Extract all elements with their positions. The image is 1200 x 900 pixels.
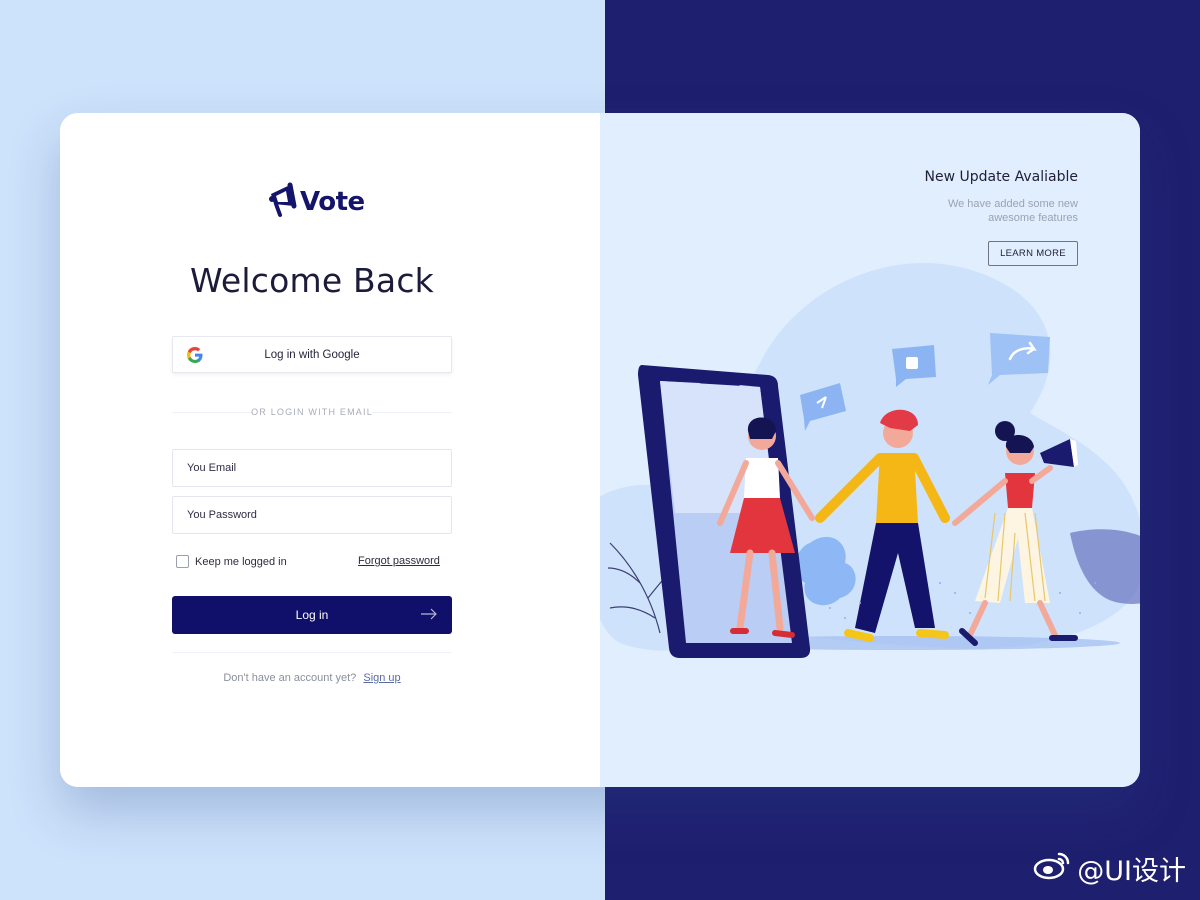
update-notice: New Update Avaliable We have added some …	[798, 169, 1078, 225]
update-title: New Update Avaliable	[924, 169, 1078, 185]
promo-panel: New Update Avaliable We have added some …	[600, 113, 1140, 787]
brand-logo[interactable]: Vote	[268, 179, 368, 225]
arrow-right-icon	[420, 608, 438, 620]
megaphone-icon	[268, 180, 304, 225]
update-subtitle-line2: awesome features	[988, 212, 1078, 224]
signup-row: Don't have an account yet? Sign up	[60, 672, 564, 684]
no-account-text: Don't have an account yet?	[223, 672, 357, 684]
watermark-text: @UI设计	[1077, 856, 1186, 887]
forgot-password-link[interactable]: Forgot password	[358, 555, 440, 567]
update-subtitle-line1: We have added some new	[947, 198, 1078, 210]
login-card: Vote Welcome Back Log in with Google OR …	[60, 113, 1140, 787]
google-login-label: Log in with Google	[264, 348, 360, 361]
keep-logged-in-label: Keep me logged in	[195, 555, 287, 568]
brand-name: Vote	[300, 187, 365, 217]
login-button-label: Log in	[295, 608, 329, 622]
weibo-icon	[1033, 850, 1077, 887]
learn-more-button[interactable]: LEARN MORE	[988, 241, 1078, 266]
divider: OR LOGIN WITH EMAIL	[172, 406, 452, 418]
login-button[interactable]: Log in	[172, 596, 452, 634]
checkbox-icon[interactable]	[176, 555, 189, 568]
signup-link[interactable]: Sign up	[363, 672, 400, 684]
password-field[interactable]	[172, 496, 452, 534]
login-panel: Vote Welcome Back Log in with Google OR …	[60, 113, 600, 787]
page-title: Welcome Back	[190, 261, 434, 300]
google-login-button[interactable]: Log in with Google	[172, 336, 452, 373]
footer-divider	[172, 652, 452, 653]
divider-line-right	[372, 412, 452, 413]
watermark: @UI设计	[1033, 849, 1186, 888]
keep-logged-in[interactable]: Keep me logged in	[176, 555, 287, 568]
google-icon	[187, 347, 203, 363]
update-subtitle: We have added some new awesome features	[798, 197, 1078, 225]
email-field[interactable]	[172, 449, 452, 487]
